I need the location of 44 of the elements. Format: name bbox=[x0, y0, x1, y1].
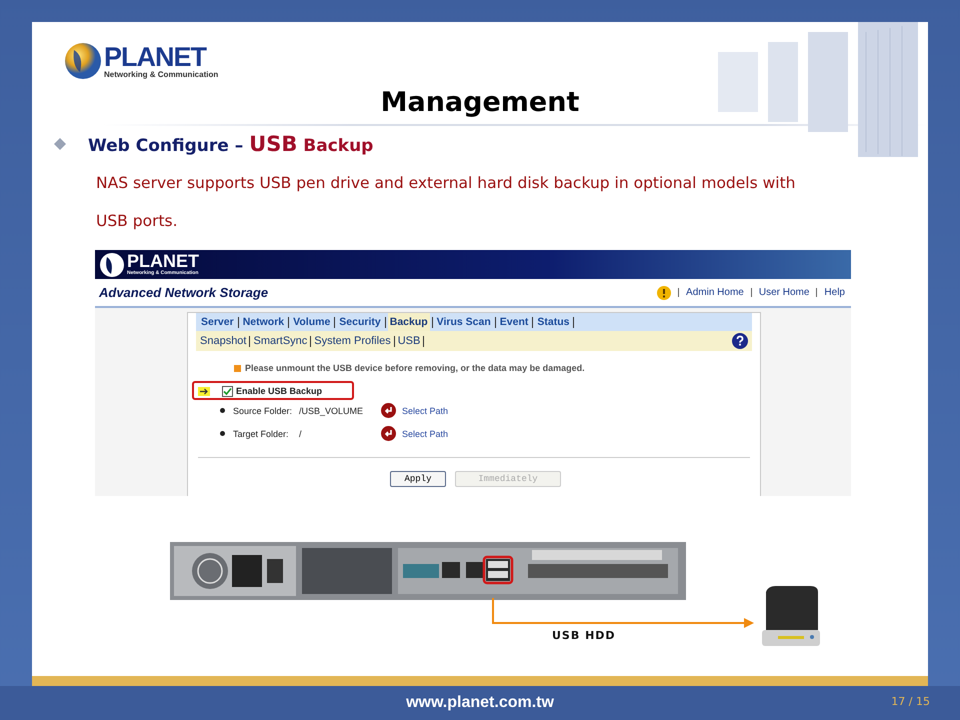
tab[interactable]: Event bbox=[498, 313, 530, 331]
square-bullet-icon bbox=[234, 364, 241, 372]
tab[interactable]: Security bbox=[337, 313, 383, 331]
tab[interactable]: Backup bbox=[388, 313, 430, 331]
logo-icon bbox=[99, 252, 125, 278]
connection-label: USB HDD bbox=[552, 629, 616, 642]
arrow-icon bbox=[198, 386, 210, 396]
folder-label: Target Folder: bbox=[233, 428, 290, 438]
page-number: 17 / 15 bbox=[891, 695, 930, 708]
header-link[interactable]: Help bbox=[824, 287, 845, 298]
tab[interactable]: Network bbox=[240, 313, 286, 331]
tab[interactable]: Status bbox=[535, 313, 572, 331]
brand-tagline: Networking & Communication bbox=[104, 70, 218, 78]
app-brand-name: PLANET bbox=[127, 253, 199, 270]
folder-path: /USB_VOLUME bbox=[299, 406, 364, 416]
sub-tab[interactable]: System Profiles bbox=[313, 335, 392, 347]
description-text: NAS server supports USB pen drive and external hard disk backup in optional models with USB ports. bbox=[96, 173, 796, 232]
bullet-icon bbox=[220, 431, 225, 436]
bullet-icon bbox=[220, 408, 225, 413]
brand-name: PLANET bbox=[104, 44, 206, 70]
product-title: Advanced Network Storage bbox=[99, 285, 268, 300]
checkbox[interactable] bbox=[222, 386, 233, 396]
tab[interactable]: Volume bbox=[291, 313, 332, 331]
header-link[interactable]: User Home bbox=[758, 287, 810, 298]
folder-label: Source Folder: bbox=[233, 406, 294, 416]
diamond-bullet-icon bbox=[54, 138, 66, 150]
folder-path: / bbox=[299, 428, 303, 438]
notice-text: Please unmount the USB device before removing, or the data may be damaged. bbox=[245, 363, 585, 373]
select-path-link[interactable]: Select Path bbox=[402, 428, 448, 438]
select-path-link[interactable]: Select Path bbox=[402, 406, 448, 416]
warning-icon bbox=[657, 286, 672, 300]
section-heading: Web Configure – USB Backup bbox=[88, 132, 374, 156]
help-icon[interactable] bbox=[732, 333, 748, 349]
form-button[interactable]: Apply bbox=[390, 471, 446, 487]
sub-tab[interactable]: SmartSync bbox=[252, 335, 308, 347]
sub-tab[interactable]: Snapshot bbox=[199, 335, 248, 347]
tab[interactable]: Virus Scan bbox=[434, 313, 493, 331]
globe-logo-icon bbox=[64, 42, 102, 80]
slide-title: Management bbox=[380, 86, 580, 120]
website-url: www.planet.com.tw bbox=[406, 694, 554, 712]
header-link[interactable]: Admin Home bbox=[686, 287, 744, 298]
enable-checkbox[interactable]: Enable USB Backup bbox=[222, 386, 322, 396]
sub-tab[interactable]: USB bbox=[396, 335, 422, 347]
tab[interactable]: Server bbox=[199, 313, 236, 331]
